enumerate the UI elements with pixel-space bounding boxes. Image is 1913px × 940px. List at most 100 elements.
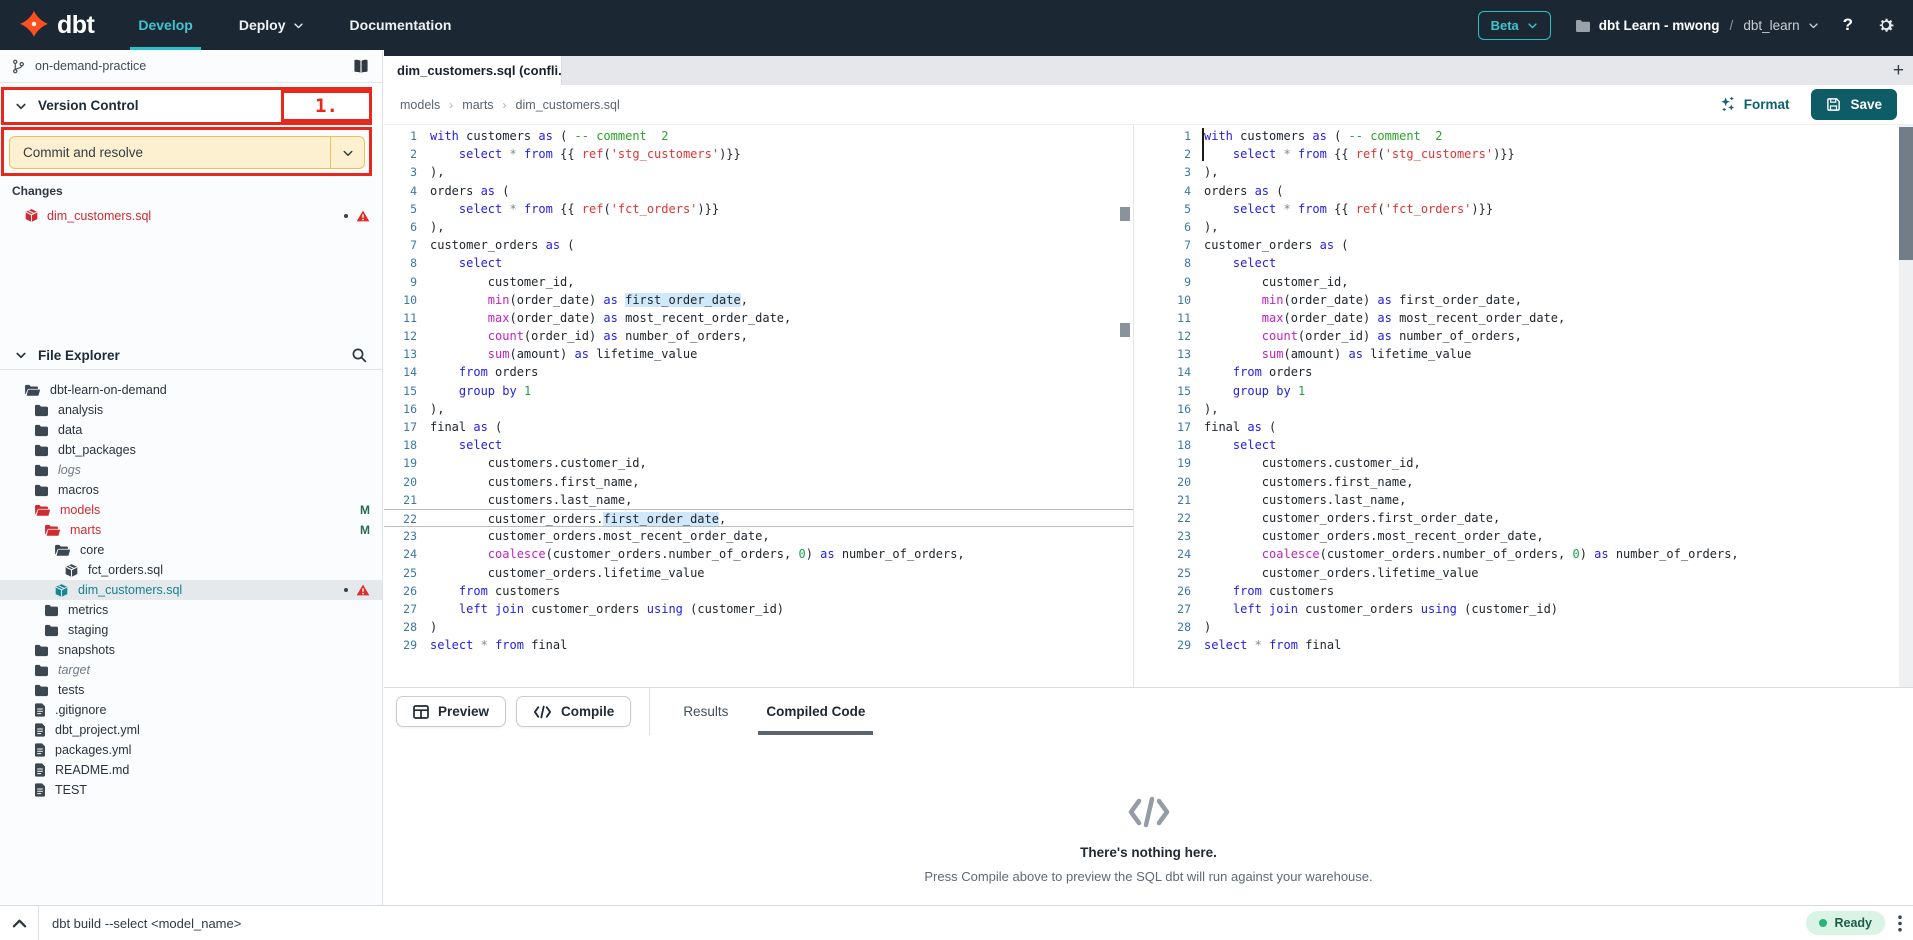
- code-line[interactable]: 7customer_orders as (: [1134, 236, 1899, 254]
- tree-item-macros[interactable]: macros: [0, 480, 382, 500]
- tab-compiled-code[interactable]: Compiled Code: [766, 688, 865, 735]
- version-control-header[interactable]: Version Control: [0, 87, 382, 124]
- gear-icon[interactable]: [1877, 16, 1895, 34]
- docs-book-icon[interactable]: [352, 59, 370, 74]
- format-button[interactable]: Format: [1719, 96, 1790, 113]
- nav-item-develop[interactable]: Develop: [136, 0, 194, 50]
- code-line[interactable]: 24 coalesce(customer_orders.number_of_or…: [1134, 545, 1899, 563]
- search-icon[interactable]: [351, 347, 367, 363]
- code-line[interactable]: 7customer_orders as (: [384, 236, 1133, 254]
- code-line[interactable]: 1with customers as ( -- comment 2: [1134, 127, 1899, 145]
- chevron-up-icon[interactable]: [0, 918, 38, 929]
- code-line[interactable]: 26 from customers: [1134, 582, 1899, 600]
- code-line[interactable]: 25 customer_orders.lifetime_value: [384, 564, 1133, 582]
- code-line[interactable]: 3),: [384, 163, 1133, 181]
- code-line[interactable]: 6),: [1134, 218, 1899, 236]
- tree-item-dbt-learn-on-demand[interactable]: dbt-learn-on-demand: [0, 380, 382, 400]
- breadcrumb-item[interactable]: models: [400, 98, 440, 112]
- code-line[interactable]: 22 customer_orders.first_order_date,: [1134, 509, 1899, 527]
- command-input[interactable]: dbt build --select <model_name>: [52, 916, 1806, 931]
- file-explorer-header[interactable]: File Explorer: [0, 342, 382, 368]
- code-line[interactable]: 10 min(order_date) as first_order_date,: [384, 291, 1133, 309]
- tree-item-data[interactable]: data: [0, 420, 382, 440]
- code-line[interactable]: 28): [384, 618, 1133, 636]
- code-line[interactable]: 28): [1134, 618, 1899, 636]
- code-line[interactable]: 1with customers as ( -- comment 2: [384, 127, 1133, 145]
- code-line[interactable]: 17final as (: [1134, 418, 1899, 436]
- git-branch-row[interactable]: on-demand-practice: [0, 50, 382, 83]
- tree-item-core[interactable]: core: [0, 540, 382, 560]
- tree-item-dbt-packages[interactable]: dbt_packages: [0, 440, 382, 460]
- code-line[interactable]: 4orders as (: [384, 182, 1133, 200]
- tree-item-dbt-project-yml[interactable]: dbt_project.yml: [0, 720, 382, 740]
- compile-button[interactable]: Compile: [516, 696, 631, 727]
- code-line[interactable]: 5 select * from {{ ref('fct_orders')}}: [384, 200, 1133, 218]
- code-editor-left-pane[interactable]: 1with customers as ( -- comment 22 selec…: [384, 125, 1133, 687]
- save-button[interactable]: Save: [1811, 89, 1897, 120]
- nav-item-deploy[interactable]: Deploy: [237, 0, 306, 50]
- help-icon[interactable]: ?: [1843, 15, 1853, 35]
- preview-button[interactable]: Preview: [396, 696, 506, 727]
- code-line[interactable]: 11 max(order_date) as most_recent_order_…: [1134, 309, 1899, 327]
- project-selector[interactable]: dbt Learn - mwong / dbt_learn: [1575, 18, 1819, 33]
- code-line[interactable]: 26 from customers: [384, 582, 1133, 600]
- code-line[interactable]: 24 coalesce(customer_orders.number_of_or…: [384, 545, 1133, 563]
- code-line[interactable]: 13 sum(amount) as lifetime_value: [384, 345, 1133, 363]
- code-line[interactable]: 18 select: [1134, 436, 1899, 454]
- code-line[interactable]: 20 customers.first_name,: [1134, 473, 1899, 491]
- code-line[interactable]: 9 customer_id,: [1134, 273, 1899, 291]
- tree-item-models[interactable]: modelsM: [0, 500, 382, 520]
- code-line[interactable]: 2 select * from {{ ref('stg_customers')}…: [1134, 145, 1899, 163]
- tree-item-readme-md[interactable]: README.md: [0, 760, 382, 780]
- new-tab-button[interactable]: +: [1893, 59, 1904, 83]
- tree-item-tests[interactable]: tests: [0, 680, 382, 700]
- code-line[interactable]: 21 customers.last_name,: [1134, 491, 1899, 509]
- code-line[interactable]: 16),: [384, 400, 1133, 418]
- code-line[interactable]: 2 select * from {{ ref('stg_customers')}…: [384, 145, 1133, 163]
- tree-item-dim-customers-sql[interactable]: dim_customers.sql: [0, 580, 382, 600]
- tree-item--gitignore[interactable]: .gitignore: [0, 700, 382, 720]
- tree-item-target[interactable]: target: [0, 660, 382, 680]
- code-line[interactable]: 4orders as (: [1134, 182, 1899, 200]
- commit-and-resolve-button[interactable]: Commit and resolve: [9, 136, 365, 169]
- code-line[interactable]: 29select * from final: [384, 636, 1133, 654]
- code-line[interactable]: 25 customer_orders.lifetime_value: [1134, 564, 1899, 582]
- code-line[interactable]: 11 max(order_date) as most_recent_order_…: [384, 309, 1133, 327]
- code-line[interactable]: 13 sum(amount) as lifetime_value: [1134, 345, 1899, 363]
- code-line[interactable]: 12 count(order_id) as number_of_orders,: [1134, 327, 1899, 345]
- commit-options-caret[interactable]: [330, 137, 364, 168]
- code-line[interactable]: 21 customers.last_name,: [384, 491, 1133, 509]
- code-line[interactable]: 23 customer_orders.most_recent_order_dat…: [384, 527, 1133, 545]
- code-line[interactable]: 22 customer_orders.first_order_date,: [384, 509, 1133, 527]
- code-line[interactable]: 23 customer_orders.most_recent_order_dat…: [1134, 527, 1899, 545]
- code-line[interactable]: 29select * from final: [1134, 636, 1899, 654]
- tree-item-marts[interactable]: martsM: [0, 520, 382, 540]
- code-line[interactable]: 17final as (: [384, 418, 1133, 436]
- code-line[interactable]: 27 left join customer_orders using (cust…: [1134, 600, 1899, 618]
- code-line[interactable]: 15 group by 1: [384, 382, 1133, 400]
- tree-item-test[interactable]: TEST: [0, 780, 382, 800]
- tree-item-staging[interactable]: staging: [0, 620, 382, 640]
- tree-item-metrics[interactable]: metrics: [0, 600, 382, 620]
- code-line[interactable]: 19 customers.customer_id,: [1134, 454, 1899, 472]
- tree-item-fct-orders-sql[interactable]: fct_orders.sql: [0, 560, 382, 580]
- code-line[interactable]: 27 left join customer_orders using (cust…: [384, 600, 1133, 618]
- scrollbar-track[interactable]: [1899, 125, 1913, 687]
- tab-dim-customers[interactable]: dim_customers.sql (confli...: [384, 56, 562, 85]
- breadcrumb-item[interactable]: marts: [462, 98, 493, 112]
- tree-item-analysis[interactable]: analysis: [0, 400, 382, 420]
- tree-item-logs[interactable]: logs: [0, 460, 382, 480]
- code-editor-right-pane[interactable]: 1with customers as ( -- comment 22 selec…: [1134, 125, 1899, 687]
- code-line[interactable]: 12 count(order_id) as number_of_orders,: [384, 327, 1133, 345]
- tab-results[interactable]: Results: [683, 688, 728, 735]
- scrollbar-thumb[interactable]: [1899, 127, 1913, 260]
- beta-button[interactable]: Beta: [1478, 11, 1551, 40]
- code-line[interactable]: 10 min(order_date) as first_order_date,: [1134, 291, 1899, 309]
- code-line[interactable]: 9 customer_id,: [384, 273, 1133, 291]
- breadcrumb-item[interactable]: dim_customers.sql: [516, 98, 620, 112]
- code-line[interactable]: 15 group by 1: [1134, 382, 1899, 400]
- code-line[interactable]: 3),: [1134, 163, 1899, 181]
- scrollbar-mark[interactable]: [1120, 323, 1130, 337]
- code-line[interactable]: 8 select: [1134, 254, 1899, 272]
- code-line[interactable]: 20 customers.first_name,: [384, 473, 1133, 491]
